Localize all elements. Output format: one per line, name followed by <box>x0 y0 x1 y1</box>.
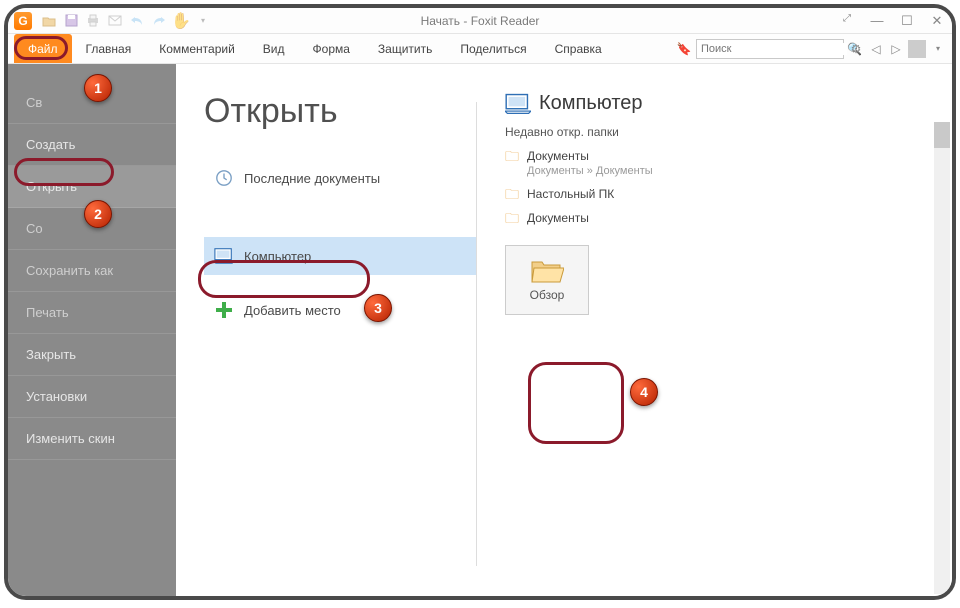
nav-back-icon[interactable]: ◁ <box>868 41 884 57</box>
browse-button[interactable]: Обзор <box>505 245 589 315</box>
qat-dropdown-icon[interactable]: ▾ <box>194 12 212 30</box>
open-add-place[interactable]: Добавить место <box>204 291 476 329</box>
plus-icon <box>214 300 234 320</box>
menu-item-create[interactable]: Создать <box>8 124 176 166</box>
user-dropdown-icon[interactable]: ▾ <box>930 41 946 57</box>
redo-icon[interactable] <box>150 12 168 30</box>
maximize-icon[interactable]: ☐ <box>898 13 916 29</box>
quick-access-toolbar: G ✋ ▾ Начать - Foxit Reader ⤢ — ☐ ✕ <box>8 8 952 34</box>
tab-file[interactable]: Файл <box>14 34 72 63</box>
close-icon[interactable]: ✕ <box>928 13 946 29</box>
open-recent-label: Последние документы <box>244 171 380 186</box>
open-sources-column: Открыть Последние документы Компьютер <box>176 64 476 596</box>
annotation-badge-2: 2 <box>84 200 112 228</box>
computer-icon <box>214 246 234 266</box>
menu-item-settings[interactable]: Установки <box>8 376 176 418</box>
nav-fwd-icon[interactable]: ▷ <box>888 41 904 57</box>
recent-folders-label: Недавно откр. папки <box>505 125 952 139</box>
print-icon[interactable] <box>84 12 102 30</box>
tab-form[interactable]: Форма <box>299 34 364 63</box>
search-input[interactable] <box>697 43 847 55</box>
tab-share[interactable]: Поделиться <box>446 34 540 63</box>
save-icon[interactable] <box>62 12 80 30</box>
folder-name: Документы <box>527 149 653 163</box>
annotation-badge-3: 3 <box>364 294 392 322</box>
open-recent[interactable]: Последние документы <box>204 159 476 197</box>
hand-tool-icon[interactable]: ✋ <box>172 12 190 30</box>
folder-name: Документы <box>527 211 589 225</box>
open-add-place-label: Добавить место <box>244 303 341 318</box>
ribbon-tabs: Файл Главная Комментарий Вид Форма Защит… <box>8 34 952 64</box>
ribbon-toggle-icon[interactable]: ⤢ <box>838 13 856 29</box>
folder-name: Настольный ПК <box>527 187 614 201</box>
annotation-badge-1: 1 <box>84 74 112 102</box>
tab-view[interactable]: Вид <box>249 34 299 63</box>
folder-icon: 🗀 <box>505 149 519 163</box>
folder-icon: 🗀 <box>505 211 519 225</box>
undo-icon[interactable] <box>128 12 146 30</box>
scrollbar-thumb[interactable] <box>934 122 950 148</box>
vertical-scrollbar[interactable] <box>934 122 950 594</box>
menu-item-skin[interactable]: Изменить скин <box>8 418 176 460</box>
computer-heading: Компьютер <box>539 92 643 115</box>
gear-icon[interactable]: ⚙ <box>848 41 864 57</box>
menu-item-close[interactable]: Закрыть <box>8 334 176 376</box>
recent-folder-row[interactable]: 🗀 Документы <box>505 211 952 225</box>
browse-label: Обзор <box>530 288 565 302</box>
app-logo-icon: G <box>14 12 32 30</box>
open-heading: Открыть <box>204 92 476 131</box>
open-computer-label: Компьютер <box>244 249 311 264</box>
open-computer[interactable]: Компьютер <box>204 237 476 275</box>
user-icon[interactable] <box>908 40 926 58</box>
clock-icon <box>214 168 234 188</box>
file-menu-sidebar: Св Создать Открыть Со Сохранить как Печа… <box>8 64 176 596</box>
folder-open-icon <box>530 258 564 284</box>
minimize-icon[interactable]: — <box>868 13 886 29</box>
folder-path: Документы » Документы <box>527 165 653 177</box>
recent-folder-row[interactable]: 🗀 Настольный ПК <box>505 187 952 201</box>
computer-detail-column: Компьютер Недавно откр. папки 🗀 Документ… <box>477 64 952 596</box>
search-box[interactable]: 🔍 <box>696 39 844 59</box>
annotation-badge-4: 4 <box>630 378 658 406</box>
menu-item-saveas[interactable]: Сохранить как <box>8 250 176 292</box>
bookmark-icon[interactable]: 🔖 <box>676 41 692 57</box>
open-icon[interactable] <box>40 12 58 30</box>
tab-comment[interactable]: Комментарий <box>145 34 249 63</box>
computer-icon <box>505 93 531 115</box>
email-icon[interactable] <box>106 12 124 30</box>
menu-item-print[interactable]: Печать <box>8 292 176 334</box>
folder-icon: 🗀 <box>505 187 519 201</box>
tab-protect[interactable]: Защитить <box>364 34 446 63</box>
recent-folder-row[interactable]: 🗀 Документы Документы » Документы <box>505 149 952 177</box>
tab-home[interactable]: Главная <box>72 34 146 63</box>
tab-help[interactable]: Справка <box>541 34 616 63</box>
